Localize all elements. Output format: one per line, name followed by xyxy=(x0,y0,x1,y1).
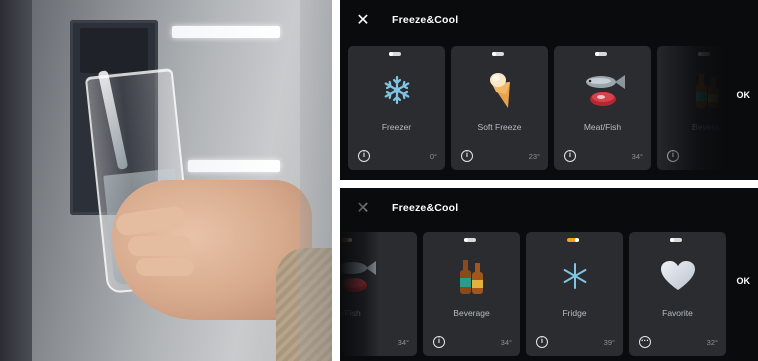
dispenser-nozzle xyxy=(80,28,148,73)
mode-label: Bevera xyxy=(692,122,719,132)
mode-toggle[interactable] xyxy=(698,52,710,56)
mode-toggle[interactable] xyxy=(492,52,504,56)
mode-temperature: 34° xyxy=(500,338,512,347)
mode-card-meat-fish[interactable]: Meat/Fish i 34° xyxy=(554,46,651,170)
mode-toggle[interactable] xyxy=(464,238,476,242)
ice-cream-icon xyxy=(451,70,548,110)
mode-temperature: 34° xyxy=(397,338,409,347)
mode-toggle[interactable] xyxy=(340,238,352,242)
info-icon[interactable]: i xyxy=(536,336,548,348)
mode-temperature: 32° xyxy=(706,338,718,347)
fridge-edge xyxy=(0,0,32,361)
asterisk-icon xyxy=(526,256,623,296)
panel-header: ✕ Freeze&Cool xyxy=(340,188,758,228)
led-strip-top xyxy=(172,26,280,38)
mode-label: Soft Freeze xyxy=(477,122,522,132)
mode-label: Fridge xyxy=(562,308,587,318)
panel-title: Freeze&Cool xyxy=(392,14,459,26)
led-strip-bottom xyxy=(188,160,280,172)
meat-fish-icon xyxy=(340,256,417,296)
finger xyxy=(136,258,194,276)
close-icon[interactable]: ✕ xyxy=(354,200,372,218)
mode-label: Freezer xyxy=(381,122,412,132)
heart-icon xyxy=(629,256,726,296)
mode-temperature: 39° xyxy=(603,338,615,347)
mode-temperature: 23° xyxy=(528,152,540,161)
info-icon[interactable]: i xyxy=(461,150,473,162)
freeze-cool-panel-top: ✕ Freeze&Cool Freezer i 0° Soft Freeze i… xyxy=(340,0,758,180)
mode-temperature: 0° xyxy=(429,152,437,161)
fridge-door-seam xyxy=(300,0,332,361)
mode-temperature: 34° xyxy=(631,152,643,161)
info-icon[interactable]: i xyxy=(358,150,370,162)
mode-toggle[interactable] xyxy=(595,52,607,56)
ok-button[interactable]: OK xyxy=(737,276,751,286)
close-icon[interactable]: ✕ xyxy=(354,12,372,30)
mode-card-fridge[interactable]: Fridge i 39° xyxy=(526,232,623,356)
fridge-water-dispenser-photo xyxy=(0,0,332,361)
snowflake-icon xyxy=(348,70,445,110)
meat-fish-icon xyxy=(554,70,651,110)
info-icon[interactable]: i xyxy=(667,150,679,162)
bottles-icon xyxy=(423,256,520,296)
panel-title: Freeze&Cool xyxy=(392,202,459,214)
ok-button[interactable]: OK xyxy=(737,90,751,100)
more-icon[interactable]: ··· xyxy=(639,336,651,348)
mode-label: Favorite xyxy=(662,308,693,318)
mode-card-beverage[interactable]: Bevera i xyxy=(657,46,754,170)
mode-label: Beverage xyxy=(453,308,490,318)
panel-header: ✕ Freeze&Cool xyxy=(340,0,758,40)
mode-label: Meat/Fish xyxy=(583,122,622,132)
mode-card-freezer[interactable]: Freezer i 0° xyxy=(348,46,445,170)
info-icon[interactable]: i xyxy=(433,336,445,348)
finger xyxy=(128,236,192,256)
mode-card-meat-fish[interactable]: t/Fish 34° xyxy=(340,232,417,356)
mode-toggle[interactable] xyxy=(567,238,579,242)
mode-card-soft-freeze[interactable]: Soft Freeze i 23° xyxy=(451,46,548,170)
mode-toggle[interactable] xyxy=(389,52,401,56)
mode-label: t/Fish xyxy=(340,308,361,318)
mode-toggle[interactable] xyxy=(670,238,682,242)
info-icon[interactable]: i xyxy=(564,150,576,162)
mode-card-beverage[interactable]: Beverage i 34° xyxy=(423,232,520,356)
freeze-cool-panel-bottom: ✕ Freeze&Cool t/Fish 34° Beverage i 34° … xyxy=(340,188,758,361)
mode-card-favorite[interactable]: Favorite ··· 32° xyxy=(629,232,726,356)
